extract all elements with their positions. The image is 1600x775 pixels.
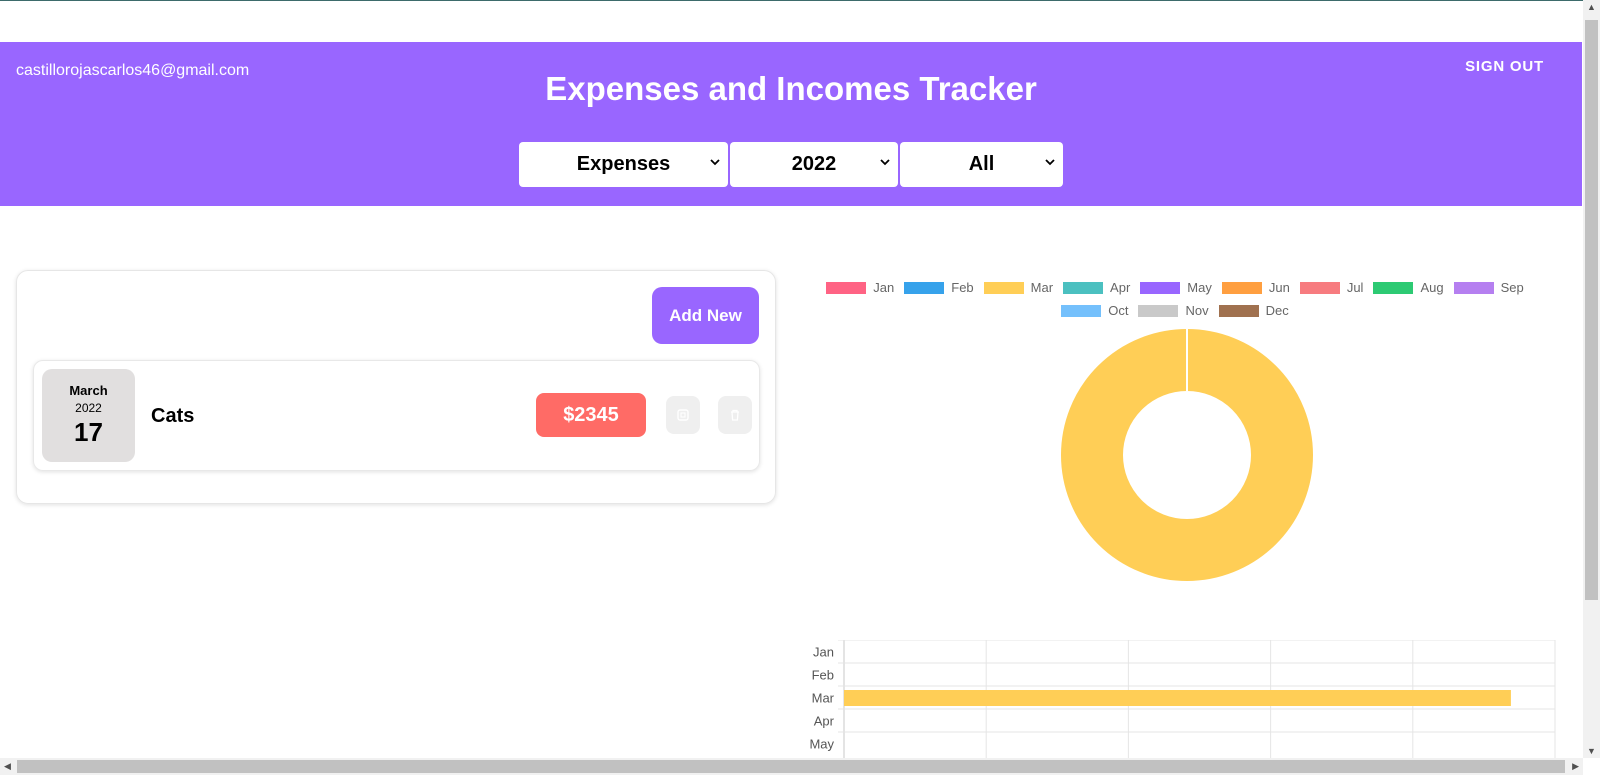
chevron-down-icon <box>880 159 890 166</box>
legend-label: Apr <box>1110 280 1131 295</box>
legend-row: Oct Nov Dec <box>790 299 1560 322</box>
y-tick-label: Jan <box>813 645 834 660</box>
legend-label: May <box>1187 280 1212 295</box>
y-tick-label: Mar <box>812 691 835 706</box>
legend-item[interactable]: Mar <box>983 280 1054 295</box>
legend-swatch <box>1373 281 1414 294</box>
edit-icon <box>677 409 689 421</box>
legend-swatch <box>1138 304 1179 317</box>
add-new-button[interactable]: Add New <box>652 287 759 344</box>
entry-day: 17 <box>74 417 103 447</box>
legend-swatch <box>904 281 945 294</box>
legend-item[interactable]: Oct <box>1061 303 1128 318</box>
legend-row: Jan Feb Mar Apr May Jun Jul Aug Sep <box>790 276 1560 299</box>
legend-label: Oct <box>1108 303 1129 318</box>
legend-label: Jul <box>1346 280 1364 295</box>
scroll-up-icon[interactable]: ▲ <box>1587 2 1596 12</box>
bar-mar[interactable] <box>844 690 1511 706</box>
legend-swatch <box>1299 281 1340 294</box>
legend-swatch <box>1218 304 1259 317</box>
app-header: castillorojascarlos46@gmail.com Expenses… <box>0 42 1582 206</box>
legend-item[interactable]: Aug <box>1373 280 1444 295</box>
legend-swatch <box>1221 281 1262 294</box>
chart-legend: Jan Feb Mar Apr May Jun Jul Aug Sep Oct Nov Dec <box>790 276 1560 322</box>
type-select-value: Expenses <box>576 153 671 175</box>
scroll-right-icon[interactable]: ▶ <box>1572 761 1579 772</box>
month-select-value: All <box>968 153 995 175</box>
legend-swatch <box>826 281 867 294</box>
legend-swatch <box>1140 281 1181 294</box>
y-tick-label: Apr <box>814 714 835 729</box>
legend-label: Feb <box>951 280 974 295</box>
date-box: March 2022 17 <box>42 369 135 462</box>
edit-button[interactable] <box>666 396 700 434</box>
y-tick-label: Feb <box>812 668 834 683</box>
legend-swatch <box>1063 281 1104 294</box>
legend-label: Aug <box>1420 280 1444 295</box>
trash-icon <box>731 409 739 421</box>
legend-label: Nov <box>1185 303 1209 318</box>
horizontal-scrollbar[interactable]: ◀ ▶ <box>0 758 1583 775</box>
chevron-down-icon <box>1045 159 1055 166</box>
month-select[interactable]: All <box>900 142 1063 187</box>
legend-item[interactable]: Nov <box>1138 303 1209 318</box>
legend-swatch <box>1061 304 1102 317</box>
horizontal-scroll-thumb[interactable] <box>17 760 1565 773</box>
type-select[interactable]: Expenses <box>519 142 728 187</box>
list-item: March 2022 17 Cats $2345 <box>33 360 760 471</box>
legend-label: Jan <box>873 280 895 295</box>
legend-item[interactable]: May <box>1140 280 1212 295</box>
legend-label: Dec <box>1265 303 1289 318</box>
legend-label: Jun <box>1268 280 1290 295</box>
legend-item[interactable]: Sep <box>1453 280 1524 295</box>
legend-item[interactable]: Jul <box>1299 280 1364 295</box>
chevron-down-icon <box>710 159 720 166</box>
y-tick-label: May <box>809 737 834 752</box>
entry-month: March <box>69 383 108 398</box>
year-select-value: 2022 <box>791 153 837 175</box>
legend-swatch <box>983 281 1024 294</box>
scroll-down-icon[interactable]: ▼ <box>1587 746 1596 756</box>
vertical-scrollbar[interactable]: ▲ ▼ <box>1583 0 1600 758</box>
entry-title: Cats <box>151 405 195 427</box>
legend-label: Mar <box>1030 280 1054 295</box>
vertical-scroll-thumb[interactable] <box>1585 20 1598 600</box>
amount-badge: $2345 <box>536 393 646 437</box>
entries-card: Add New March 2022 17 Cats $2345 <box>16 270 776 504</box>
scroll-left-icon[interactable]: ◀ <box>4 761 11 772</box>
page-title: Expenses and Incomes Tracker <box>545 70 1037 107</box>
legend-swatch <box>1453 281 1494 294</box>
delete-button[interactable] <box>718 396 752 434</box>
legend-label: Sep <box>1500 280 1524 295</box>
top-border <box>0 0 1584 1</box>
doughnut-chart <box>1061 329 1313 581</box>
legend-item[interactable]: Jan <box>826 280 894 295</box>
entry-year: 2022 <box>75 401 102 415</box>
legend-item[interactable]: Apr <box>1063 280 1130 295</box>
sign-out-button[interactable]: SIGN OUT <box>1465 58 1544 75</box>
legend-item[interactable]: Feb <box>904 280 974 295</box>
legend-item[interactable]: Jun <box>1221 280 1290 295</box>
year-select[interactable]: 2022 <box>730 142 898 187</box>
month-bar-chart: Jan Feb Mar Apr May <box>809 640 1556 760</box>
legend-item[interactable]: Dec <box>1218 303 1289 318</box>
